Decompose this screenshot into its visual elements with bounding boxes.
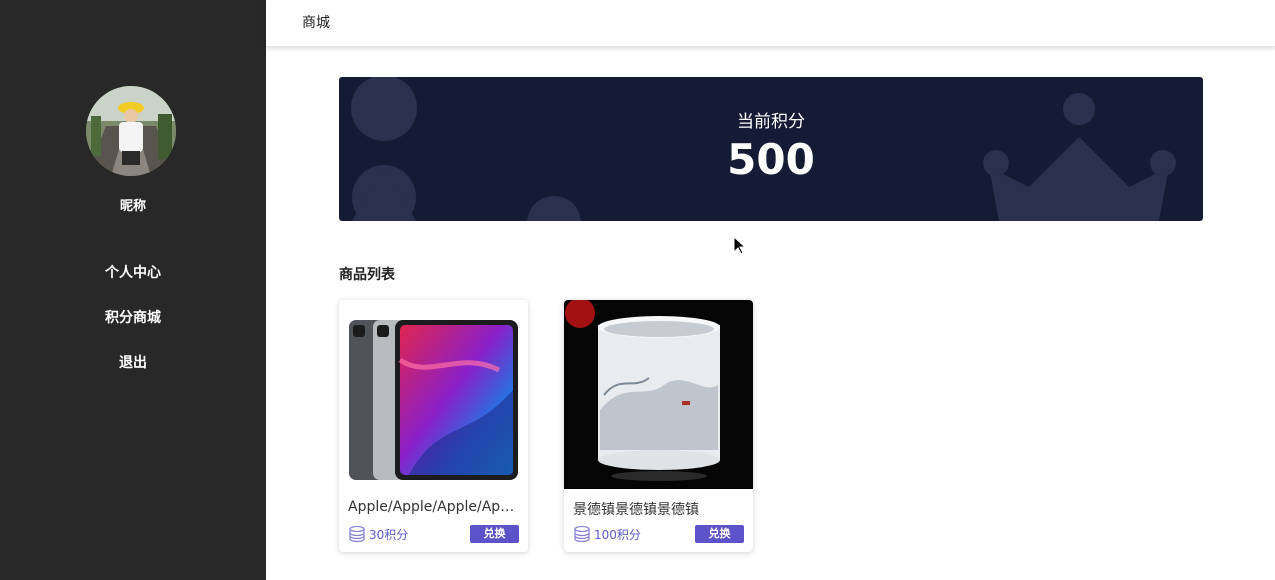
product-price: 100积分 [573,525,641,543]
nickname: 昵称 [119,199,146,214]
product-list-title: 商品列表 [339,267,395,283]
current-points-label: 当前积分 [737,112,805,132]
product-name: 景德镇景德镇景德镇 [573,502,699,518]
nav-item-logout[interactable]: 退出 [0,352,266,372]
product-card[interactable]: 景德镇景德镇景德镇 100积分 兑换 [564,300,753,552]
coin-stack-icon [574,525,590,543]
avatar[interactable] [86,86,176,176]
product-image-porcelain[interactable] [564,300,753,489]
exchange-button[interactable]: 兑换 [470,525,519,543]
current-points-value: 500 [727,135,815,184]
nav-item-personal-center[interactable]: 个人中心 [0,262,266,282]
product-card[interactable]: Apple/Apple/Apple/Apple/Apple 30积分 兑换 [339,300,528,552]
nav-item-points-mall[interactable]: 积分商城 [0,307,266,327]
product-price: 30积分 [348,525,408,543]
coin-stack-icon [349,525,365,543]
points-banner: 当前积分 500 [339,77,1203,221]
product-name: Apple/Apple/Apple/Apple/Apple [348,499,520,515]
mouse-cursor-icon [733,236,747,255]
exchange-button[interactable]: 兑换 [695,525,744,543]
page-title: 商城 [302,15,330,31]
price-text: 100积分 [594,527,641,542]
sidebar: 昵称 个人中心 积分商城 退出 [0,0,266,580]
top-bar: 商城 [266,0,1275,46]
price-text: 30积分 [369,527,409,542]
product-image-ipad[interactable] [339,300,528,489]
